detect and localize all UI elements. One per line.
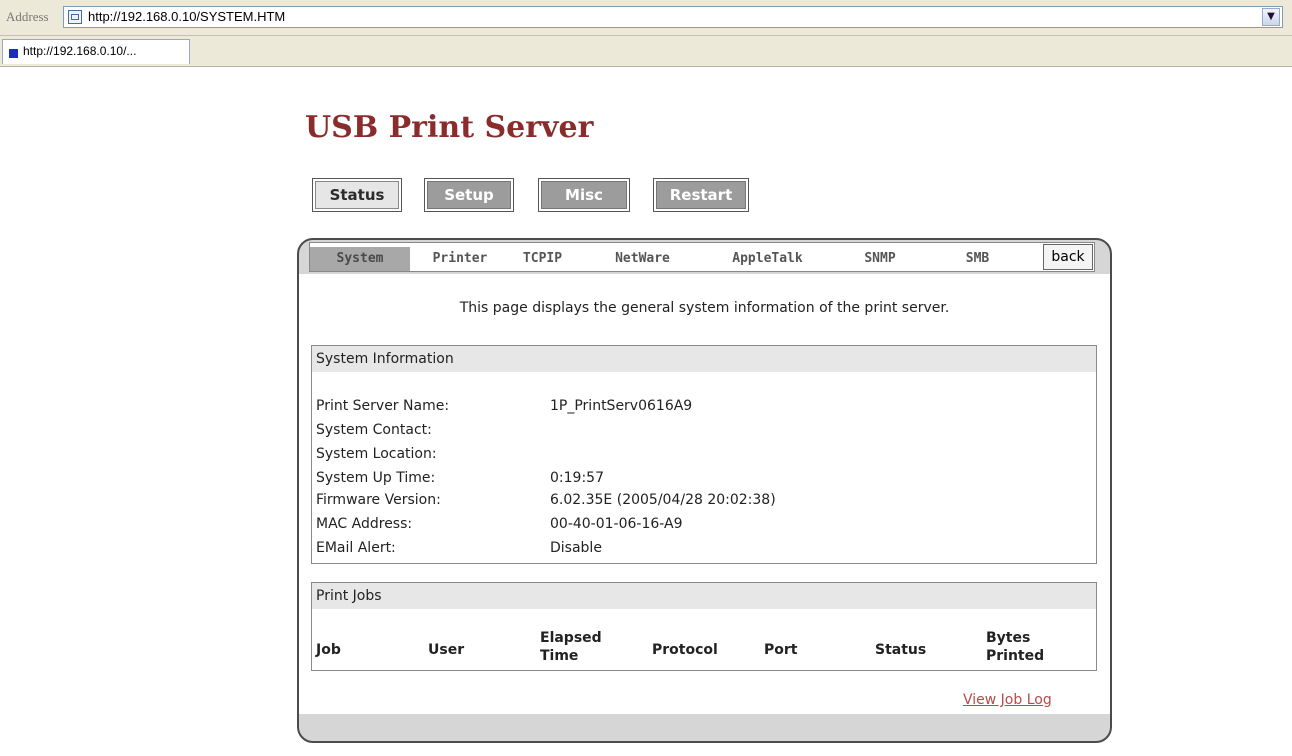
tab-title: http://192.168.0.10/... xyxy=(23,44,137,58)
tab-netware[interactable]: NetWare xyxy=(595,247,690,271)
tab-printer[interactable]: Printer xyxy=(420,247,500,271)
column-header-user: User xyxy=(428,642,465,658)
misc-button-label: Misc xyxy=(541,181,627,209)
print-jobs-section: Print Jobs Job User Elapsed Time Protoco… xyxy=(311,582,1097,671)
tab-favicon-icon xyxy=(9,49,18,58)
info-value: 0:19:57 xyxy=(550,470,604,486)
misc-button[interactable]: Misc xyxy=(538,178,630,212)
info-label: System Up Time: xyxy=(316,470,436,486)
page-title: USB Print Server xyxy=(305,110,594,145)
info-value: 6.02.35E (2005/04/28 20:02:38) xyxy=(550,492,776,508)
column-header-job: Job xyxy=(316,642,341,658)
restart-button[interactable]: Restart xyxy=(653,178,749,212)
status-button[interactable]: Status xyxy=(312,178,402,212)
back-button[interactable]: back xyxy=(1043,244,1093,270)
setup-button-label: Setup xyxy=(427,181,511,209)
status-button-label: Status xyxy=(315,181,399,209)
system-information-heading: System Information xyxy=(312,346,1096,372)
dropdown-arrow-icon[interactable]: ▼ xyxy=(1262,8,1280,26)
browser-tab[interactable]: http://192.168.0.10/... xyxy=(2,39,190,64)
tab-bar: http://192.168.0.10/... xyxy=(0,36,1292,67)
column-header-protocol: Protocol xyxy=(652,642,718,658)
column-header-elapsed-time: Elapsed Time xyxy=(540,630,602,664)
column-header-status: Status xyxy=(875,642,927,658)
info-label: MAC Address: xyxy=(316,516,413,532)
info-value: Disable xyxy=(550,540,602,556)
tab-system[interactable]: System xyxy=(310,247,410,271)
tab-smb[interactable]: SMB xyxy=(945,247,1010,271)
address-bar: Address http://192.168.0.10/SYSTEM.HTM ▼ xyxy=(0,0,1292,36)
page-icon xyxy=(68,10,82,24)
info-label: EMail Alert: xyxy=(316,540,396,556)
address-label: Address xyxy=(6,9,49,24)
info-label: System Location: xyxy=(316,446,437,462)
column-header-port: Port xyxy=(764,642,798,658)
setup-button[interactable]: Setup xyxy=(424,178,514,212)
intro-text: This page displays the general system in… xyxy=(459,300,950,316)
tab-snmp[interactable]: SNMP xyxy=(845,247,915,271)
restart-button-label: Restart xyxy=(656,181,746,209)
info-value: 00-40-01-06-16-A9 xyxy=(550,516,683,532)
tab-tcpip[interactable]: TCPIP xyxy=(505,247,580,271)
print-jobs-heading: Print Jobs xyxy=(312,583,1096,609)
info-label: Print Server Name: xyxy=(316,398,450,414)
info-value: 1P_PrintServ0616A9 xyxy=(550,398,693,414)
info-label: System Contact: xyxy=(316,422,432,438)
tab-appletalk[interactable]: AppleTalk xyxy=(715,247,820,271)
view-job-log-link[interactable]: View Job Log xyxy=(963,692,1052,708)
address-input[interactable]: http://192.168.0.10/SYSTEM.HTM ▼ xyxy=(63,6,1283,28)
address-url: http://192.168.0.10/SYSTEM.HTM xyxy=(88,9,286,24)
system-information-section: System Information Print Server Name: 1P… xyxy=(311,345,1097,564)
info-label: Firmware Version: xyxy=(316,492,441,508)
column-header-bytes-printed: Bytes Printed xyxy=(986,630,1045,664)
